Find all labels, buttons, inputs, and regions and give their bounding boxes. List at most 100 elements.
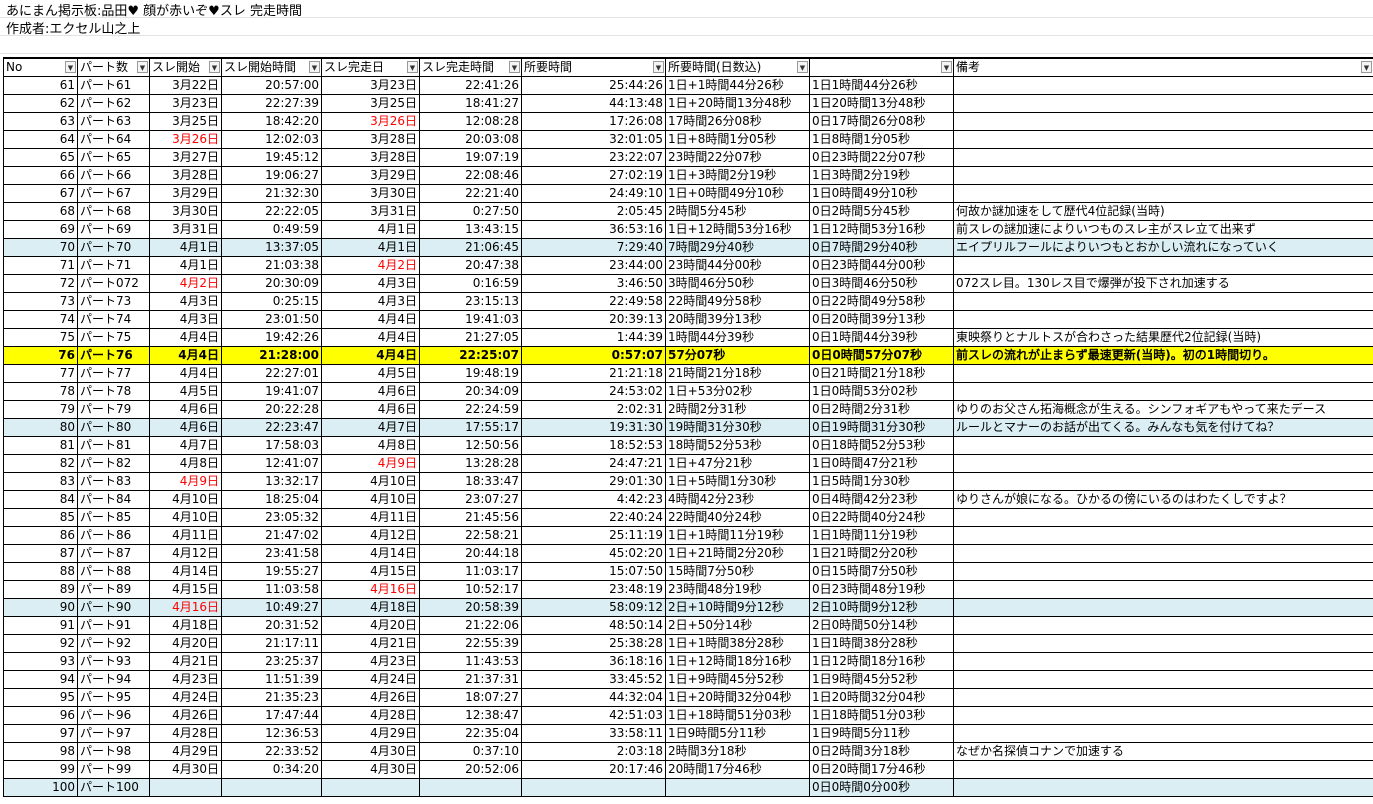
cell-duration-formatted[interactable]: 1日0時間47分21秒 — [809, 454, 954, 473]
filter-dropdown-icon[interactable]: ▼ — [137, 61, 148, 73]
cell-duration-days[interactable]: 4時間42分23秒 — [665, 490, 810, 509]
cell-duration-days[interactable]: 1日+21時間2分20秒 — [665, 544, 810, 563]
cell-duration-days[interactable]: 1日+1時間38分28秒 — [665, 634, 810, 653]
header-duration[interactable]: 所要時間 ▼ — [521, 57, 666, 77]
cell-start-date[interactable]: 4月2日 — [149, 274, 222, 293]
cell-duration[interactable]: 2:03:18 — [521, 742, 666, 761]
cell-duration[interactable]: 27:02:19 — [521, 166, 666, 185]
cell-no[interactable]: 80 — [3, 418, 78, 437]
cell-duration-days[interactable]: 18時間52分53秒 — [665, 436, 810, 455]
cell-no[interactable]: 94 — [3, 670, 78, 689]
cell-note[interactable] — [953, 670, 1373, 689]
cell-start-date[interactable]: 4月24日 — [149, 688, 222, 707]
cell-end-date[interactable]: 4月4日 — [321, 328, 420, 347]
cell-note[interactable] — [953, 508, 1373, 527]
cell-duration-days[interactable] — [665, 778, 810, 797]
cell-duration[interactable]: 24:53:02 — [521, 382, 666, 401]
cell-duration-formatted[interactable]: 1日9時間45分52秒 — [809, 670, 954, 689]
cell-end-time[interactable]: 20:47:38 — [419, 256, 522, 275]
cell-end-date[interactable] — [321, 778, 420, 797]
cell-end-time[interactable]: 19:41:03 — [419, 310, 522, 329]
cell-part[interactable]: パート73 — [77, 292, 150, 311]
cell-end-date[interactable]: 4月3日 — [321, 292, 420, 311]
cell-no[interactable]: 87 — [3, 544, 78, 563]
cell-duration-formatted[interactable]: 0日2時間3分18秒 — [809, 742, 954, 761]
cell-duration[interactable]: 1:44:39 — [521, 328, 666, 347]
cell-duration-days[interactable]: 1日+12時間18分16秒 — [665, 652, 810, 671]
cell-end-time[interactable]: 19:48:19 — [419, 364, 522, 383]
cell-start-date[interactable]: 4月26日 — [149, 706, 222, 725]
cell-duration-days[interactable]: 1日+12時間53分16秒 — [665, 220, 810, 239]
cell-start-date[interactable]: 4月4日 — [149, 328, 222, 347]
cell-end-time[interactable]: 11:43:53 — [419, 652, 522, 671]
cell-no[interactable]: 76 — [3, 346, 78, 365]
cell-note[interactable] — [953, 364, 1373, 383]
cell-end-time[interactable]: 21:06:45 — [419, 238, 522, 257]
cell-part[interactable]: パート84 — [77, 490, 150, 509]
cell-no[interactable]: 67 — [3, 184, 78, 203]
cell-note[interactable] — [953, 310, 1373, 329]
cell-start-date[interactable]: 4月4日 — [149, 364, 222, 383]
cell-start-date[interactable]: 4月4日 — [149, 346, 222, 365]
cell-start-time[interactable]: 21:28:00 — [221, 346, 322, 365]
cell-no[interactable]: 90 — [3, 598, 78, 617]
cell-end-date[interactable]: 4月28日 — [321, 706, 420, 725]
cell-no[interactable]: 68 — [3, 202, 78, 221]
filter-dropdown-icon[interactable]: ▼ — [1361, 61, 1372, 73]
cell-duration-formatted[interactable]: 1日9時間5分11秒 — [809, 724, 954, 743]
cell-part[interactable]: パート83 — [77, 472, 150, 491]
cell-duration[interactable]: 18:52:53 — [521, 436, 666, 455]
cell-duration-days[interactable]: 17時間26分08秒 — [665, 112, 810, 131]
filter-dropdown-icon[interactable]: ▼ — [407, 61, 418, 73]
cell-duration-days[interactable]: 2時間2分31秒 — [665, 400, 810, 419]
cell-start-time[interactable]: 12:02:03 — [221, 130, 322, 149]
cell-end-date[interactable]: 3月23日 — [321, 76, 420, 95]
cell-no[interactable]: 93 — [3, 652, 78, 671]
cell-duration-days[interactable]: 2日+10時間9分12秒 — [665, 598, 810, 617]
cell-duration[interactable]: 25:38:28 — [521, 634, 666, 653]
cell-duration[interactable]: 2:05:45 — [521, 202, 666, 221]
cell-duration[interactable]: 19:31:30 — [521, 418, 666, 437]
cell-start-time[interactable]: 21:35:23 — [221, 688, 322, 707]
cell-duration-formatted[interactable]: 0日22時間40分24秒 — [809, 508, 954, 527]
cell-duration-formatted[interactable]: 1日3時間2分19秒 — [809, 166, 954, 185]
cell-duration-days[interactable]: 3時間46分50秒 — [665, 274, 810, 293]
cell-duration[interactable]: 15:07:50 — [521, 562, 666, 581]
cell-no[interactable]: 72 — [3, 274, 78, 293]
cell-start-time[interactable]: 22:23:47 — [221, 418, 322, 437]
cell-duration-formatted[interactable]: 0日7時間29分40秒 — [809, 238, 954, 257]
cell-start-time[interactable]: 11:51:39 — [221, 670, 322, 689]
cell-start-time[interactable]: 12:41:07 — [221, 454, 322, 473]
cell-note[interactable]: ゆりのお父さん拓海概念が生える。シンフォギアもやって来たデース — [953, 400, 1373, 419]
cell-duration[interactable]: 2:02:31 — [521, 400, 666, 419]
cell-start-time[interactable]: 21:47:02 — [221, 526, 322, 545]
sheet-author[interactable]: 作成者:エクセル山之上 — [6, 22, 140, 38]
cell-start-date[interactable]: 4月10日 — [149, 490, 222, 509]
cell-duration[interactable] — [521, 778, 666, 797]
cell-start-time[interactable]: 18:25:04 — [221, 490, 322, 509]
cell-no[interactable]: 85 — [3, 508, 78, 527]
cell-duration-formatted[interactable]: 0日1時間44分39秒 — [809, 328, 954, 347]
cell-duration-days[interactable]: 1日+1時間11分19秒 — [665, 526, 810, 545]
cell-part[interactable]: パート99 — [77, 760, 150, 779]
cell-duration-days[interactable]: 1日+1時間44分26秒 — [665, 76, 810, 95]
cell-note[interactable] — [953, 382, 1373, 401]
cell-end-date[interactable]: 4月9日 — [321, 454, 420, 473]
cell-duration[interactable]: 25:44:26 — [521, 76, 666, 95]
cell-note[interactable]: ルールとマナーのお話が出てくる。みんなも気を付けてね？ — [953, 418, 1373, 437]
cell-end-time[interactable]: 22:25:07 — [419, 346, 522, 365]
cell-end-date[interactable]: 4月7日 — [321, 418, 420, 437]
cell-start-date[interactable]: 4月8日 — [149, 454, 222, 473]
header-start-date[interactable]: スレ開始 ▼ — [149, 57, 222, 77]
cell-duration[interactable]: 23:48:19 — [521, 580, 666, 599]
cell-duration-days[interactable]: 21時間21分18秒 — [665, 364, 810, 383]
cell-start-time[interactable]: 0:25:15 — [221, 292, 322, 311]
cell-part[interactable]: パート66 — [77, 166, 150, 185]
cell-end-date[interactable]: 3月28日 — [321, 130, 420, 149]
cell-part[interactable]: パート98 — [77, 742, 150, 761]
cell-duration-formatted[interactable]: 1日20時間13分48秒 — [809, 94, 954, 113]
cell-duration-formatted[interactable]: 1日21時間2分20秒 — [809, 544, 954, 563]
cell-part[interactable]: パート77 — [77, 364, 150, 383]
cell-start-time[interactable]: 19:41:07 — [221, 382, 322, 401]
cell-duration[interactable]: 21:21:18 — [521, 364, 666, 383]
